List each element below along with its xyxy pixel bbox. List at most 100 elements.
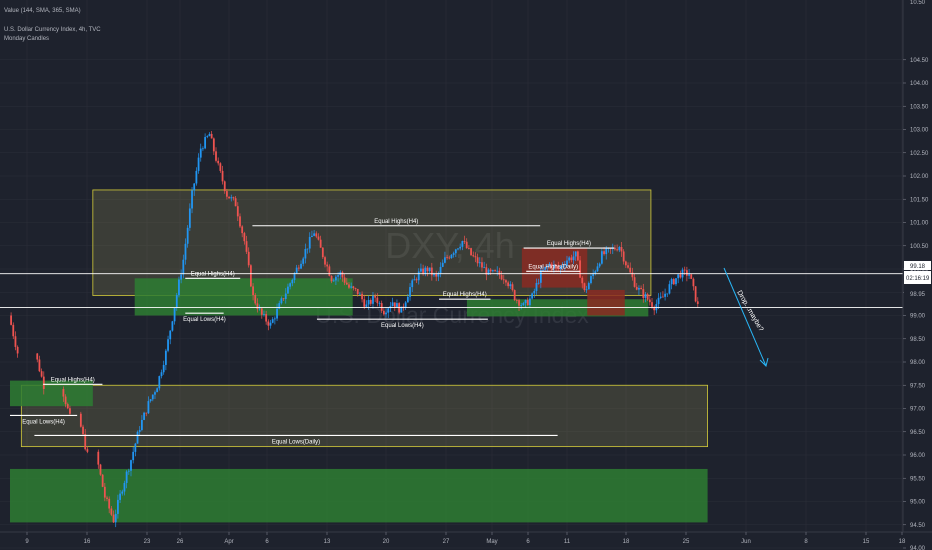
candle-body	[84, 434, 87, 450]
candle-body	[62, 389, 65, 397]
candle-body	[127, 470, 130, 472]
candle-body	[369, 299, 372, 304]
candle-body	[520, 305, 523, 306]
price-tick-label: 97.00	[910, 407, 926, 413]
time-axis[interactable]: 9 16 23 26 Apr 6 13 20 27 May 6 11 18 25 Jun 8 15 18	[25, 532, 906, 545]
demand-zone	[134, 278, 353, 316]
candle-body	[529, 298, 531, 306]
candle-body	[156, 388, 159, 393]
price-tick-label: 96.50	[910, 430, 926, 436]
candle-body	[411, 280, 414, 288]
candle-body	[685, 270, 688, 276]
candle-body	[581, 277, 584, 284]
candle-body	[662, 296, 664, 298]
candle-body	[258, 308, 261, 310]
candle-body	[446, 257, 448, 259]
candle-body	[642, 289, 645, 298]
candle-body	[664, 293, 666, 297]
price-tick-label: 94.50	[910, 523, 926, 529]
candle-body	[243, 233, 246, 242]
candle-body	[513, 290, 516, 301]
candle-body	[463, 241, 466, 242]
candle-body	[450, 254, 453, 258]
candle-body	[306, 248, 309, 250]
candle-body	[184, 243, 187, 260]
candle-body	[40, 371, 43, 377]
level-label: Equal Highs(Daily)	[528, 264, 578, 270]
candle-body	[524, 299, 527, 304]
candle-body	[572, 256, 575, 261]
candle-body	[173, 307, 176, 322]
candle-body	[535, 283, 538, 292]
candle-body	[417, 271, 420, 281]
candle-body	[358, 293, 361, 295]
candle-body	[151, 394, 154, 400]
candle-body	[332, 280, 335, 282]
candle-body	[324, 257, 326, 265]
candle-body	[138, 429, 141, 432]
level-label: Equal Lows(H4)	[22, 419, 65, 425]
level-label: Equal Lows(H4)	[183, 317, 226, 323]
price-axis[interactable]: 94.00 94.50 95.00 95.50 96.00 96.50 97.00 97.50…	[903, 58, 929, 550]
legend-indicator[interactable]: Value (144, SMA, 365, SMA)	[4, 7, 81, 16]
candle-body	[112, 514, 115, 523]
candle-body	[531, 293, 534, 299]
candle-body	[631, 272, 634, 278]
supply-zone	[587, 289, 625, 316]
price-tick-label: 101.00	[910, 221, 929, 227]
candle-body	[579, 260, 581, 278]
candle-body	[313, 233, 316, 236]
candle-body	[672, 279, 675, 285]
candle-body	[374, 295, 377, 298]
price-tick-label: 102.00	[910, 174, 929, 180]
level-label: Equal Lows(Daily)	[272, 439, 320, 445]
candle-body	[271, 319, 274, 323]
candle-body	[356, 288, 359, 295]
candle-body	[444, 257, 446, 263]
chart-svg[interactable]: DXY, 4h U.S. Dollar Currency Index Equal…	[0, 0, 932, 550]
candle-body	[420, 268, 422, 272]
candle-body	[476, 257, 479, 264]
candle-body	[435, 273, 438, 277]
secondary-price-label: 98.95	[910, 292, 926, 298]
candle-body	[256, 303, 259, 310]
candle-body	[199, 148, 202, 158]
candle-body	[472, 255, 475, 257]
candle-body	[489, 269, 492, 272]
time-tick-label: Apr	[224, 539, 233, 545]
candle-body	[483, 267, 486, 269]
candle-body	[280, 298, 283, 304]
candle-body	[330, 275, 333, 282]
candle-body	[343, 277, 346, 283]
candle-body	[518, 300, 520, 306]
candle-body	[232, 197, 235, 199]
candle-body	[162, 364, 165, 373]
level-label: Equal Highs(H4)	[443, 292, 487, 298]
candle-body	[348, 284, 350, 288]
level-label: Equal Lows(H4)	[381, 323, 424, 329]
price-tick-label: 104.00	[910, 81, 929, 87]
candle-body	[635, 286, 638, 290]
legend-note[interactable]: Monday Candles	[4, 35, 49, 44]
candle-body	[515, 300, 518, 301]
candle-body	[191, 190, 193, 209]
candle-body	[326, 264, 329, 267]
price-tick-label: 104.50	[910, 58, 929, 64]
candle-body	[585, 289, 588, 291]
candle-body	[167, 339, 169, 351]
candle-body	[328, 266, 331, 276]
candle-body	[376, 297, 379, 304]
time-tick-label: 9	[25, 539, 29, 545]
candle-body	[223, 181, 226, 192]
candle-body	[282, 298, 285, 300]
candle-body	[311, 235, 313, 237]
candle-body	[651, 302, 653, 307]
price-tick-label: 102.50	[910, 151, 929, 157]
time-tick-label: 18	[899, 539, 906, 545]
legend-symbol[interactable]: U.S. Dollar Currency Index, 4h, TVC	[4, 26, 101, 35]
candle-body	[574, 251, 577, 257]
candle-body	[158, 376, 161, 389]
candle-body	[99, 464, 102, 475]
candle-body	[247, 251, 250, 266]
candle-body	[249, 265, 252, 287]
